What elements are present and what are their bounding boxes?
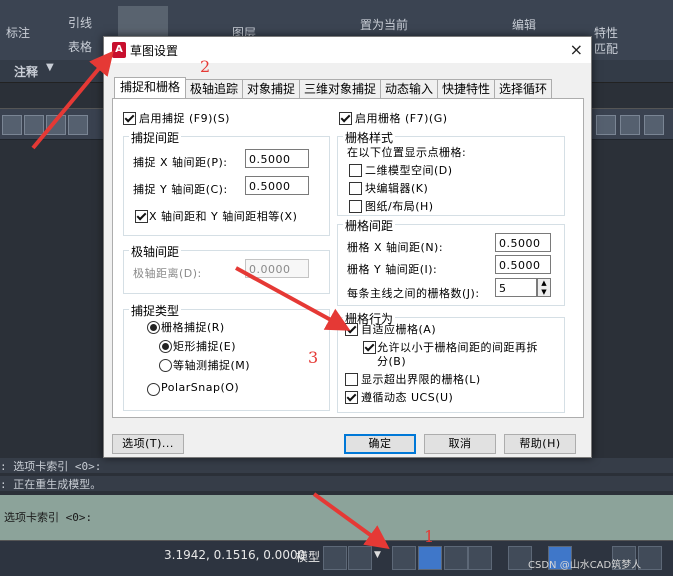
- annotation-number-2: 2: [200, 57, 211, 76]
- annotation-number-1: 1: [424, 527, 435, 546]
- arrow-to-grid-menu: [312, 492, 390, 550]
- arrow-to-title: [31, 50, 114, 150]
- annotation-number-3: 3: [308, 348, 319, 367]
- annotation-arrows: [31, 50, 390, 550]
- arrow-to-adaptive-grid: [235, 266, 351, 331]
